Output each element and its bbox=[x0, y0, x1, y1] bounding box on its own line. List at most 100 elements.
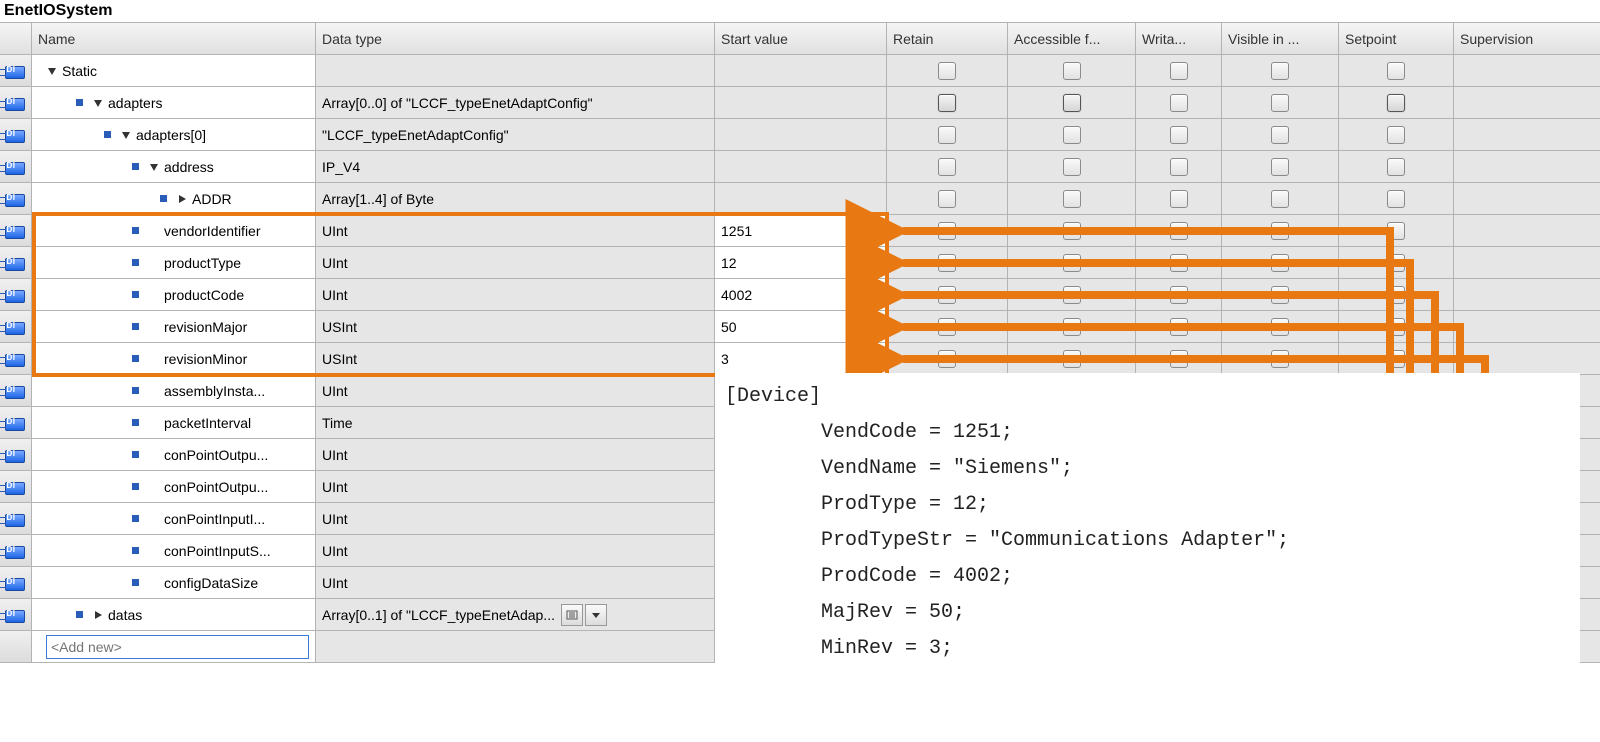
cell-name[interactable]: productType bbox=[32, 247, 316, 278]
col-start[interactable]: Start value bbox=[715, 23, 887, 54]
cell-type[interactable]: UInt bbox=[316, 471, 715, 502]
cell-name[interactable]: adapters[0] bbox=[32, 119, 316, 150]
row-gutter[interactable]: DI bbox=[0, 87, 32, 118]
checkbox[interactable] bbox=[938, 190, 956, 208]
cell-name[interactable]: conPointOutpu... bbox=[32, 471, 316, 502]
cell-type[interactable]: UInt bbox=[316, 375, 715, 406]
checkbox[interactable] bbox=[938, 350, 956, 368]
checkbox[interactable] bbox=[1387, 94, 1405, 112]
cell-start[interactable]: 1251 bbox=[715, 215, 887, 246]
table-row[interactable]: DIrevisionMinorUSInt3 bbox=[0, 343, 1600, 375]
checkbox[interactable] bbox=[1387, 158, 1405, 176]
checkbox[interactable] bbox=[1387, 62, 1405, 80]
checkbox[interactable] bbox=[1271, 190, 1289, 208]
cell-type[interactable]: UInt bbox=[316, 439, 715, 470]
cell-name[interactable]: conPointOutpu... bbox=[32, 439, 316, 470]
cell-start[interactable] bbox=[715, 183, 887, 214]
checkbox[interactable] bbox=[1271, 62, 1289, 80]
chevron-down-icon[interactable] bbox=[148, 161, 160, 173]
checkbox[interactable] bbox=[1387, 350, 1405, 368]
cell-name[interactable]: address bbox=[32, 151, 316, 182]
cell-type[interactable]: "LCCF_typeEnetAdaptConfig" bbox=[316, 119, 715, 150]
add-name-input[interactable] bbox=[46, 635, 309, 659]
checkbox[interactable] bbox=[938, 62, 956, 80]
row-gutter[interactable]: DI bbox=[0, 311, 32, 342]
checkbox[interactable] bbox=[1387, 222, 1405, 240]
cell-name[interactable]: adapters bbox=[32, 87, 316, 118]
checkbox[interactable] bbox=[1387, 318, 1405, 336]
cell-name[interactable]: vendorIdentifier bbox=[32, 215, 316, 246]
row-gutter[interactable]: DI bbox=[0, 407, 32, 438]
checkbox[interactable] bbox=[1170, 62, 1188, 80]
table-row[interactable]: DIrevisionMajorUSInt50 bbox=[0, 311, 1600, 343]
checkbox[interactable] bbox=[1387, 286, 1405, 304]
cell-name[interactable]: packetInterval bbox=[32, 407, 316, 438]
row-gutter[interactable]: DI bbox=[0, 247, 32, 278]
table-row[interactable]: DIStatic bbox=[0, 55, 1600, 87]
type-browse-button[interactable] bbox=[561, 604, 583, 626]
col-type[interactable]: Data type bbox=[316, 23, 715, 54]
cell-type[interactable]: UInt bbox=[316, 535, 715, 566]
checkbox[interactable] bbox=[1063, 318, 1081, 336]
cell-type[interactable]: IP_V4 bbox=[316, 151, 715, 182]
cell-start[interactable] bbox=[715, 55, 887, 86]
cell-name[interactable]: assemblyInsta... bbox=[32, 375, 316, 406]
checkbox[interactable] bbox=[1063, 62, 1081, 80]
checkbox[interactable] bbox=[1170, 222, 1188, 240]
checkbox[interactable] bbox=[1271, 158, 1289, 176]
checkbox[interactable] bbox=[938, 158, 956, 176]
row-gutter[interactable]: DI bbox=[0, 439, 32, 470]
checkbox[interactable] bbox=[1063, 94, 1081, 112]
row-gutter[interactable]: DI bbox=[0, 183, 32, 214]
cell-type[interactable]: Array[1..4] of Byte bbox=[316, 183, 715, 214]
chevron-down-icon[interactable] bbox=[46, 65, 58, 77]
chevron-right-icon[interactable] bbox=[92, 609, 104, 621]
checkbox[interactable] bbox=[1063, 126, 1081, 144]
checkbox[interactable] bbox=[1063, 286, 1081, 304]
col-set[interactable]: Setpoint bbox=[1339, 23, 1454, 54]
type-dropdown-button[interactable] bbox=[585, 604, 607, 626]
cell-type[interactable]: UInt bbox=[316, 503, 715, 534]
row-gutter[interactable]: DI bbox=[0, 503, 32, 534]
cell-type[interactable]: USInt bbox=[316, 343, 715, 374]
checkbox[interactable] bbox=[1271, 350, 1289, 368]
checkbox[interactable] bbox=[1063, 190, 1081, 208]
checkbox[interactable] bbox=[1170, 190, 1188, 208]
cell-type[interactable]: USInt bbox=[316, 311, 715, 342]
col-retain[interactable]: Retain bbox=[887, 23, 1008, 54]
table-row[interactable]: DIADDRArray[1..4] of Byte bbox=[0, 183, 1600, 215]
cell-type[interactable] bbox=[316, 55, 715, 86]
cell-start[interactable]: 50 bbox=[715, 311, 887, 342]
cell-name[interactable] bbox=[32, 631, 316, 662]
checkbox[interactable] bbox=[1170, 318, 1188, 336]
col-writ[interactable]: Writa... bbox=[1136, 23, 1222, 54]
cell-name[interactable]: revisionMajor bbox=[32, 311, 316, 342]
cell-name[interactable]: configDataSize bbox=[32, 567, 316, 598]
checkbox[interactable] bbox=[1271, 318, 1289, 336]
cell-type[interactable] bbox=[316, 631, 715, 662]
checkbox[interactable] bbox=[1170, 158, 1188, 176]
cell-type[interactable]: Array[0..0] of "LCCF_typeEnetAdaptConfig… bbox=[316, 87, 715, 118]
cell-type[interactable]: Time bbox=[316, 407, 715, 438]
checkbox[interactable] bbox=[938, 94, 956, 112]
cell-name[interactable]: conPointInputI... bbox=[32, 503, 316, 534]
chevron-down-icon[interactable] bbox=[92, 97, 104, 109]
cell-start[interactable] bbox=[715, 119, 887, 150]
row-gutter[interactable]: DI bbox=[0, 151, 32, 182]
table-row[interactable]: DIproductTypeUInt12 bbox=[0, 247, 1600, 279]
chevron-right-icon[interactable] bbox=[176, 193, 188, 205]
checkbox[interactable] bbox=[938, 318, 956, 336]
row-gutter[interactable]: DI bbox=[0, 535, 32, 566]
cell-start[interactable] bbox=[715, 151, 887, 182]
checkbox[interactable] bbox=[1271, 94, 1289, 112]
checkbox[interactable] bbox=[1387, 190, 1405, 208]
checkbox[interactable] bbox=[938, 126, 956, 144]
checkbox[interactable] bbox=[1063, 158, 1081, 176]
checkbox[interactable] bbox=[938, 286, 956, 304]
checkbox[interactable] bbox=[1387, 126, 1405, 144]
checkbox[interactable] bbox=[938, 254, 956, 272]
cell-type[interactable]: UInt bbox=[316, 215, 715, 246]
checkbox[interactable] bbox=[1170, 286, 1188, 304]
row-gutter[interactable]: DI bbox=[0, 375, 32, 406]
checkbox[interactable] bbox=[1170, 350, 1188, 368]
